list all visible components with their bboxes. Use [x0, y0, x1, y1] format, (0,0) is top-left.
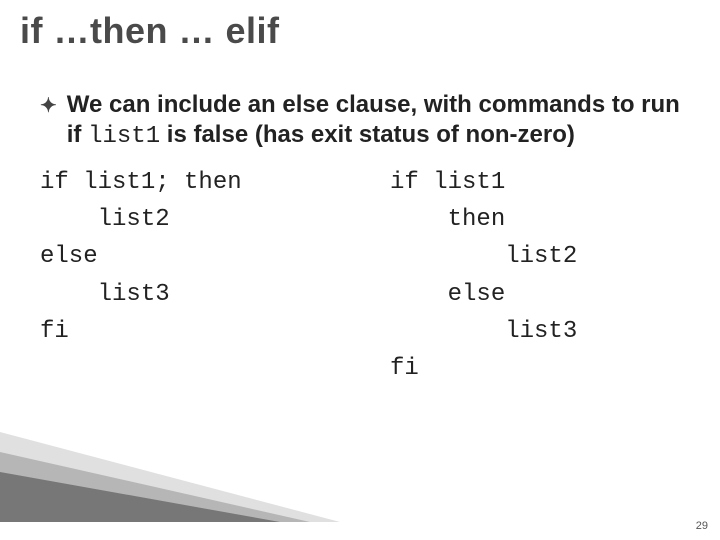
slide-body: ✦ We can include an else clause, with co…: [40, 90, 690, 387]
bullet-tail: is false (has exit status of non-zero): [160, 121, 575, 148]
code-right: if list1 then list2 else list3 fi: [340, 164, 690, 387]
code-columns: if list1; then list2 else list3 fi if li…: [40, 164, 690, 387]
page-number: 29: [696, 520, 708, 532]
decorative-shape: [0, 372, 340, 522]
bullet-item: ✦ We can include an else clause, with co…: [40, 90, 690, 152]
bullet-text: We can include an else clause, with comm…: [67, 90, 690, 152]
code-left: if list1; then list2 else list3 fi: [40, 164, 340, 387]
inline-code: list1: [88, 123, 160, 150]
bullet-icon: ✦: [40, 96, 57, 116]
slide-title: if …then … elif: [20, 10, 280, 52]
